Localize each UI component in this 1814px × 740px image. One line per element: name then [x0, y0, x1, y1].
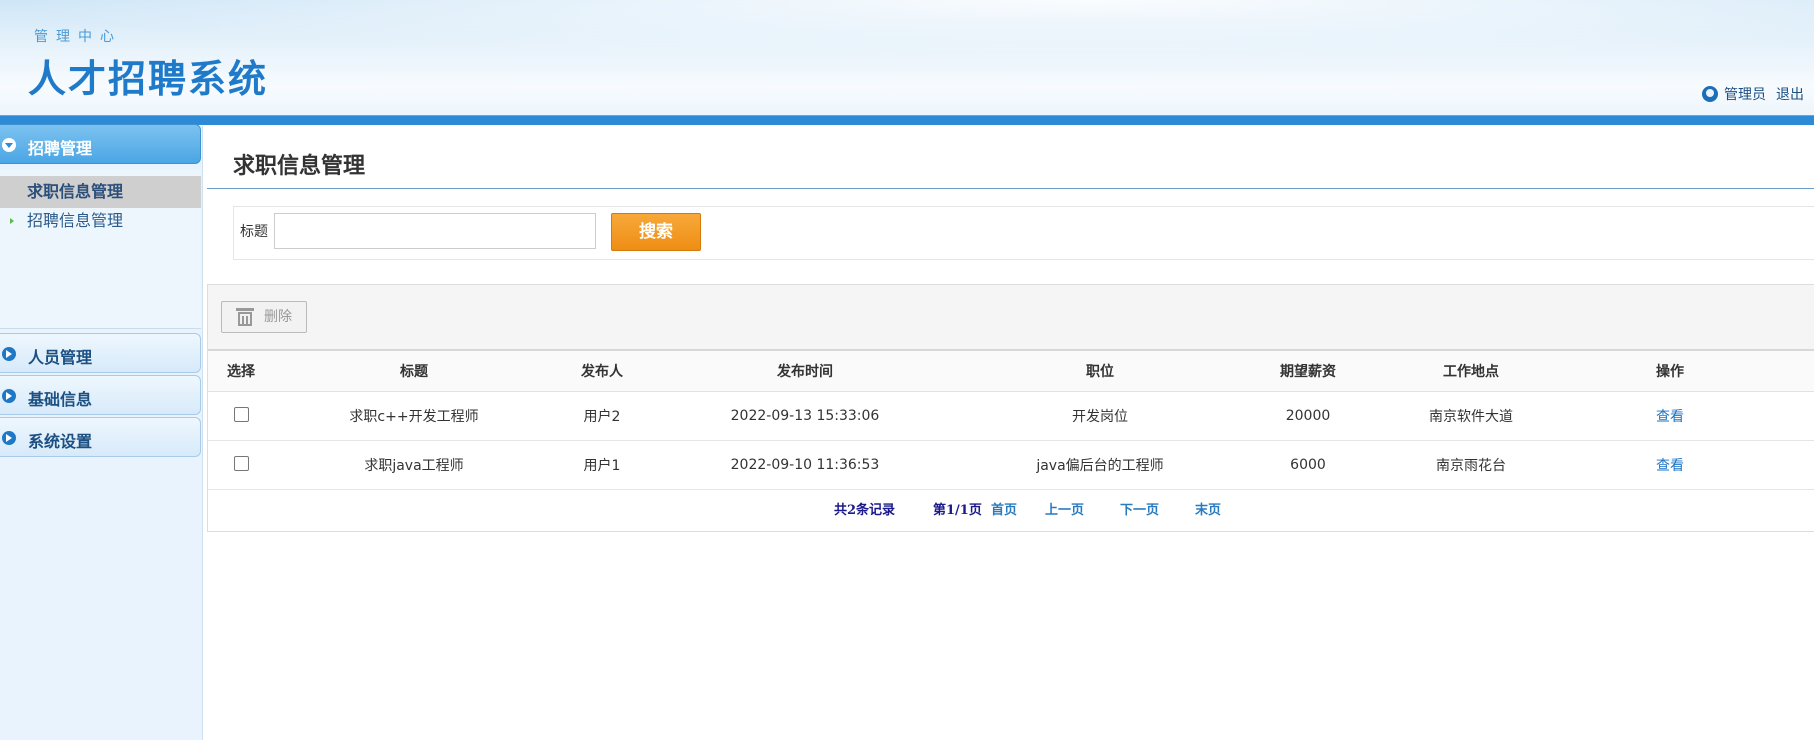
pager-last[interactable]: 末页	[1195, 499, 1221, 518]
column-header: 选择	[208, 351, 274, 392]
search-label: 标题	[240, 224, 268, 240]
sidebar-item-label: 求职信息管理	[27, 182, 124, 201]
toolbar: 删除	[208, 285, 1814, 351]
search-input[interactable]	[274, 213, 596, 249]
app-title: 人才招聘系统	[28, 57, 269, 101]
app-header: 管理中心 人才招聘系统 管理员 退出	[0, 0, 1814, 125]
sidebar-item-job-seeking[interactable]: 求职信息管理	[0, 176, 201, 208]
pagination: 共2条记录 第1/1页 首页 上一页 下一页 末页	[208, 485, 1814, 531]
pager-first[interactable]: 首页	[991, 499, 1017, 518]
delete-label: 删除	[264, 309, 292, 325]
table-row: 求职c++开发工程师 用户2 2022-09-13 15:33:06 开发岗位 …	[208, 391, 1814, 441]
pager-next[interactable]: 下一页	[1120, 499, 1159, 518]
cell-time: 2022-09-10 11:36:53	[650, 440, 960, 490]
user-label: 管理员	[1724, 87, 1766, 103]
cell-publisher: 用户1	[554, 440, 650, 490]
pager-page: 第1/1页	[933, 503, 982, 518]
user-icon	[1702, 86, 1718, 102]
sidebar-group-basic-info[interactable]: 基础信息	[0, 375, 201, 415]
logout-link[interactable]: 退出	[1776, 87, 1804, 103]
cell-title: 求职c++开发工程师	[274, 391, 554, 441]
row-checkbox[interactable]	[233, 455, 249, 471]
cell-location: 南京软件大道	[1376, 391, 1566, 441]
expand-icon	[2, 347, 16, 361]
sidebar-group-label: 招聘管理	[28, 139, 93, 158]
user-info: 管理员 退出	[1702, 84, 1814, 104]
column-header: 发布时间	[650, 351, 960, 392]
sidebar-group-label: 人员管理	[28, 348, 93, 367]
cell-location: 南京雨花台	[1376, 440, 1566, 490]
column-header: 工作地点	[1376, 351, 1566, 392]
sidebar-subpanel: 求职信息管理 招聘信息管理	[0, 170, 201, 329]
data-grid: 删除 选择 标题 发布人 发布时间 职位 期望薪资 工作地点 操作 求职c++开…	[207, 284, 1814, 532]
cell-time: 2022-09-13 15:33:06	[650, 391, 960, 441]
row-checkbox[interactable]	[233, 406, 249, 422]
expand-icon	[2, 431, 16, 445]
view-link[interactable]: 查看	[1656, 458, 1684, 474]
view-link[interactable]: 查看	[1656, 409, 1684, 425]
data-table: 选择 标题 发布人 发布时间 职位 期望薪资 工作地点 操作 求职c++开发工程…	[208, 351, 1814, 490]
header-bar	[0, 115, 1814, 125]
sidebar-item-label: 招聘信息管理	[27, 211, 124, 230]
title-divider	[207, 188, 1814, 189]
column-header: 期望薪资	[1240, 351, 1376, 392]
cell-publisher: 用户2	[554, 391, 650, 441]
sidebar-group-settings[interactable]: 系统设置	[0, 417, 201, 457]
trash-icon	[236, 308, 254, 326]
pager-total: 共2条记录	[834, 503, 896, 518]
expand-icon	[2, 389, 16, 403]
column-header: 操作	[1566, 351, 1814, 392]
cell-salary: 20000	[1240, 391, 1376, 441]
arrow-icon	[10, 218, 14, 224]
column-header: 标题	[274, 351, 554, 392]
pager-prev[interactable]: 上一页	[1045, 499, 1084, 518]
page-title: 求职信息管理	[233, 154, 366, 179]
table-row: 求职java工程师 用户1 2022-09-10 11:36:53 java偏后…	[208, 440, 1814, 490]
sidebar-group-personnel[interactable]: 人员管理	[0, 333, 201, 373]
table-header-row: 选择 标题 发布人 发布时间 职位 期望薪资 工作地点 操作	[208, 351, 1814, 392]
sidebar: 招聘管理 求职信息管理 招聘信息管理 人员管理 基础信息 系统设置	[0, 124, 203, 740]
cell-position: 开发岗位	[960, 391, 1240, 441]
cell-position: java偏后台的工程师	[960, 440, 1240, 490]
main-content: 求职信息管理 标题 搜索 删除 选择 标题 发布人 发布时间 职位 期望薪资 工…	[207, 126, 1814, 740]
collapse-icon	[2, 138, 16, 152]
cell-title: 求职java工程师	[274, 440, 554, 490]
app-subtitle: 管理中心	[34, 29, 122, 45]
cell-salary: 6000	[1240, 440, 1376, 490]
sidebar-group-recruit[interactable]: 招聘管理	[0, 124, 201, 164]
sidebar-group-label: 系统设置	[28, 432, 93, 451]
column-header: 发布人	[554, 351, 650, 392]
column-header: 职位	[960, 351, 1240, 392]
sidebar-item-recruitment[interactable]: 招聘信息管理	[0, 205, 201, 237]
sidebar-group-label: 基础信息	[28, 390, 93, 409]
search-panel: 标题 搜索	[233, 206, 1814, 260]
search-button[interactable]: 搜索	[611, 213, 701, 251]
delete-button[interactable]: 删除	[221, 301, 307, 333]
